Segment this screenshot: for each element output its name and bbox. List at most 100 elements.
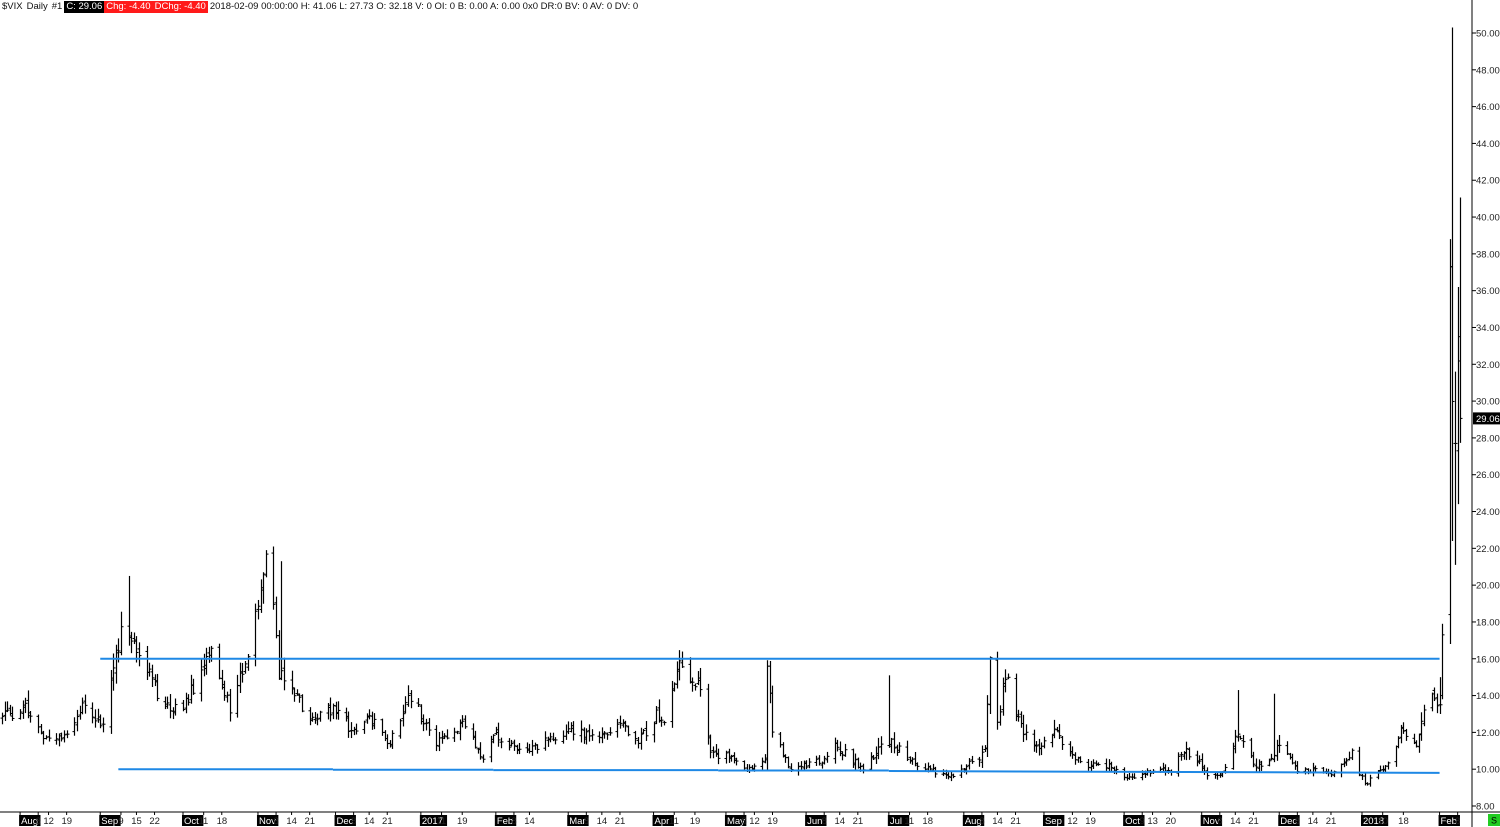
ohlc-bar	[406, 685, 411, 707]
day-tick-label: 12	[43, 816, 54, 827]
day-tick-label: 14	[524, 816, 535, 827]
ohlc-bar	[199, 659, 204, 702]
ohlc-bar	[778, 732, 783, 748]
ohlc-bar	[988, 656, 993, 715]
day-tick-label: 22	[149, 816, 160, 827]
day-tick-label: 8	[979, 816, 984, 827]
price-tick-label: 38.00	[1476, 249, 1500, 260]
ohlc-bar	[579, 720, 584, 743]
day-tick-label: 15	[131, 816, 142, 827]
ohlc-bar	[1122, 767, 1127, 781]
day-tick-label: 19	[457, 816, 468, 827]
ohlc-bar	[235, 674, 240, 718]
ohlc-bar	[1236, 690, 1241, 742]
ohlc-bar	[0, 712, 5, 725]
ohlc-bar	[905, 740, 910, 762]
day-tick-label: 18	[217, 816, 228, 827]
corner-marker[interactable]: S	[1488, 814, 1500, 826]
day-tick-label: 14	[992, 816, 1003, 827]
ohlc-bar	[1285, 741, 1290, 756]
ohlc-bar	[499, 737, 504, 749]
ohlc-bar	[796, 762, 801, 776]
price-tick-label: 22.00	[1476, 544, 1500, 555]
vix-ohlc-chart: 8.00 10.00 12.00 14.00 16.00 18.00 20.00 22.00 2…	[0, 0, 1500, 827]
day-tick-label: 21	[615, 816, 626, 827]
ohlc-bar	[150, 664, 155, 688]
ohlc-bar	[65, 730, 70, 739]
ohlc-bar	[452, 727, 457, 742]
ohlc-bar	[165, 696, 170, 709]
ohlc-bar	[1205, 767, 1210, 780]
day-tick-label: 9	[118, 816, 123, 827]
ohlc-bar	[225, 691, 230, 703]
ohlc-bar	[318, 710, 323, 722]
ohlc-bar	[512, 739, 517, 751]
day-tick-label: 14	[286, 816, 297, 827]
day-tick-label: 14	[1230, 816, 1241, 827]
price-tick-label: 50.00	[1476, 29, 1500, 40]
chart-number-label: #1	[51, 0, 63, 12]
last-price-label: 29.06	[1476, 414, 1500, 425]
ohlc-bar	[626, 725, 631, 737]
ohlc-bar	[615, 718, 620, 738]
ohlc-bar	[1339, 763, 1344, 778]
ohlc-bar	[1024, 724, 1029, 741]
price-bars	[0, 27, 1463, 787]
day-tick-label: 14	[597, 816, 608, 827]
day-tick-label: 20	[1165, 816, 1176, 827]
change-value: Chg: -4.40	[104, 0, 153, 13]
ohlc-bar	[915, 762, 920, 771]
ohlc-bar	[618, 715, 623, 729]
month-tick-label: Sep	[1045, 816, 1062, 827]
month-tick-label: Oct	[1125, 816, 1140, 827]
ohlc-bar	[217, 643, 222, 680]
ohlc-bar	[83, 694, 88, 714]
ohlc-bar	[783, 754, 788, 763]
ohlc-bar	[1386, 761, 1391, 770]
ohlc-bar	[814, 755, 819, 766]
last-price-tag: 29.06	[1473, 412, 1500, 425]
ohlc-bar	[54, 733, 59, 745]
day-tick-label: 8	[1295, 816, 1300, 827]
ohlc-bar	[879, 736, 884, 755]
ohlc-bar	[90, 702, 95, 724]
ohlc-bar	[1272, 693, 1277, 763]
month-tick-label: Sep	[101, 816, 118, 827]
ohlc-bar	[1422, 704, 1427, 727]
ohlc-bar	[380, 718, 385, 736]
price-tick-label: 28.00	[1476, 433, 1500, 444]
ohlc-bar	[1378, 765, 1383, 772]
price-tick-label: 44.00	[1476, 139, 1500, 150]
ohlc-bar	[724, 750, 729, 764]
month-tick-label: Oct	[184, 816, 199, 827]
price-tick-label: 48.00	[1476, 65, 1500, 76]
ohlc-bar	[998, 705, 1003, 726]
day-tick-label: 11	[904, 816, 914, 827]
price-tick-label: 18.00	[1476, 617, 1500, 628]
day-tick-label: 8	[741, 816, 746, 827]
ohlc-bar	[887, 675, 892, 748]
ohlc-bar	[1453, 371, 1458, 565]
price-tick-label: 24.00	[1476, 507, 1500, 518]
ohlc-bar	[980, 745, 985, 768]
ohlc-bar	[587, 724, 592, 742]
ohlc-bar	[101, 717, 106, 733]
daily-change-value: DChg: -4.40	[152, 0, 208, 13]
ohlc-bar	[933, 766, 938, 778]
day-tick-label: 8	[273, 816, 278, 827]
day-tick-label: 10	[1377, 816, 1388, 827]
price-tick-label: 42.00	[1476, 176, 1500, 187]
ohlc-bar	[590, 729, 595, 741]
price-tick-label: 32.00	[1476, 360, 1500, 371]
ohlc-bar	[1006, 673, 1011, 680]
day-tick-label: 13	[1147, 816, 1158, 827]
day-tick-label: 19	[61, 816, 72, 827]
ohlc-bar	[1086, 759, 1091, 771]
day-tick-label: 14	[835, 816, 846, 827]
support-line-segment[interactable]	[888, 770, 1440, 774]
ohlc-bar	[119, 611, 124, 656]
interval-label: Daily	[26, 0, 48, 12]
ohlc-bar	[409, 690, 414, 709]
ohlc-bar	[398, 718, 403, 739]
ohlc-bar	[228, 688, 233, 722]
